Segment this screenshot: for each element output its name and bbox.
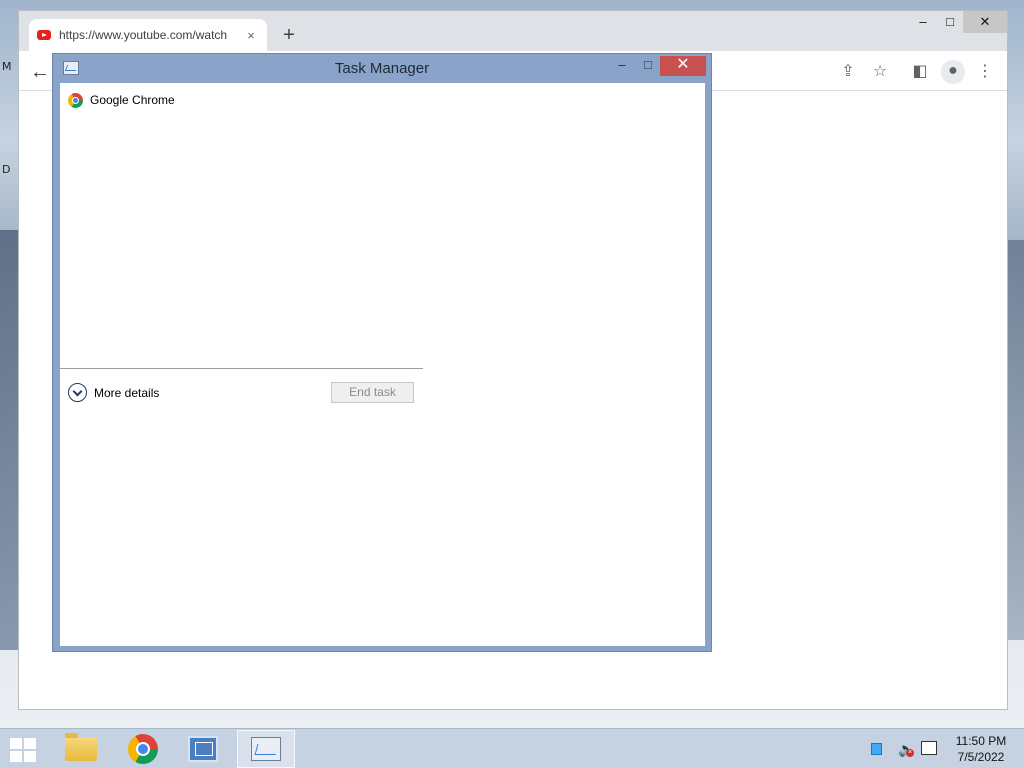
- desktop-icon-label: D: [2, 163, 11, 176]
- new-tab-button[interactable]: +: [278, 25, 300, 47]
- bookmark-star-icon[interactable]: ☆: [869, 61, 891, 83]
- task-manager-window: Task Manager – □ ✕ Google Chrome More de…: [52, 53, 712, 652]
- chrome-icon: [68, 92, 83, 108]
- network-icon[interactable]: [921, 741, 937, 755]
- clock-time: 11:50 PM: [955, 734, 1007, 748]
- system-clock[interactable]: 11:50 PM 7/5/2022: [948, 733, 1014, 765]
- tab-strip: https://www.youtube.com/watch × + – □ ✕: [19, 11, 1007, 51]
- task-manager-body: Google Chrome More details End task: [60, 83, 705, 646]
- end-task-button[interactable]: End task: [331, 382, 414, 403]
- tm-maximize-button[interactable]: □: [637, 56, 659, 76]
- browser-tab[interactable]: https://www.youtube.com/watch ×: [29, 19, 267, 51]
- action-center-icon[interactable]: [871, 743, 882, 755]
- more-details-label: More details: [94, 385, 160, 400]
- server-manager-icon: [188, 736, 218, 762]
- windows-logo-icon: [24, 738, 36, 749]
- back-arrow-icon[interactable]: ←: [29, 61, 51, 83]
- tab-close-icon[interactable]: ×: [243, 28, 259, 43]
- clock-date: 7/5/2022: [957, 750, 1005, 764]
- taskbar-google-chrome[interactable]: [114, 730, 172, 768]
- tm-minimize-button[interactable]: –: [611, 56, 633, 76]
- start-button[interactable]: [8, 737, 38, 763]
- process-name: Google Chrome: [90, 93, 175, 107]
- windows-logo-icon: [10, 738, 22, 749]
- youtube-icon: [37, 30, 51, 40]
- divider: [60, 368, 423, 369]
- taskbar: 🔈 × 11:50 PM 7/5/2022: [0, 728, 1024, 768]
- more-details-toggle[interactable]: More details: [68, 383, 159, 402]
- menu-kebab-icon[interactable]: ⋮: [974, 61, 996, 83]
- tab-title: https://www.youtube.com/watch: [59, 28, 228, 42]
- windows-logo-icon: [10, 751, 22, 762]
- taskbar-file-explorer[interactable]: [52, 730, 110, 768]
- folder-icon: [65, 733, 97, 761]
- chrome-icon: [128, 734, 158, 764]
- windows-logo-icon: [24, 751, 36, 762]
- close-window-button[interactable]: ✕: [963, 11, 1007, 33]
- tm-close-button[interactable]: ✕: [660, 56, 706, 76]
- side-panel-icon[interactable]: ◧: [909, 61, 931, 83]
- task-manager-titlebar[interactable]: Task Manager – □ ✕: [53, 54, 711, 83]
- share-icon[interactable]: ⇪: [837, 61, 859, 83]
- profile-avatar-icon[interactable]: ●: [941, 60, 965, 84]
- taskbar-task-manager[interactable]: [237, 730, 295, 768]
- muted-x-icon: ×: [906, 749, 914, 757]
- task-manager-icon: [251, 737, 281, 761]
- process-row[interactable]: Google Chrome: [68, 91, 175, 109]
- desktop-icon-label: M: [2, 60, 12, 73]
- taskbar-server-manager[interactable]: [174, 730, 232, 768]
- chevron-down-icon: [68, 383, 87, 402]
